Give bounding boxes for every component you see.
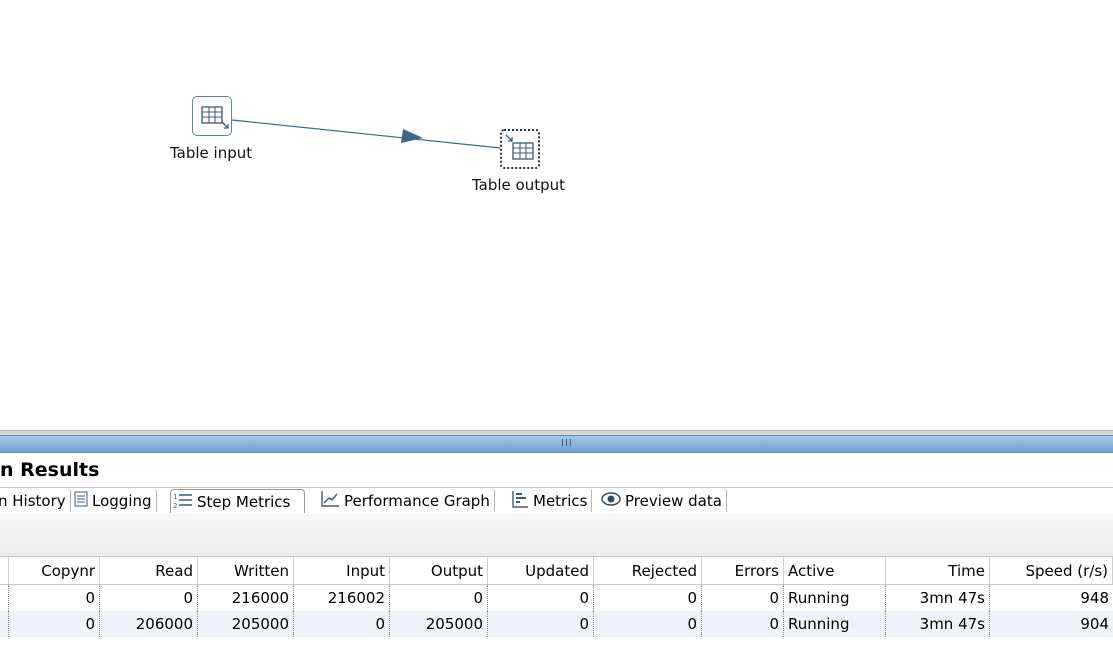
table-cell: Running bbox=[784, 585, 886, 611]
table-cell: 205000 bbox=[198, 611, 294, 637]
table-cell: 0 bbox=[390, 585, 488, 611]
hop-arrow[interactable] bbox=[0, 0, 1113, 430]
column-header[interactable]: Read bbox=[100, 557, 198, 584]
table-cell: 0 bbox=[294, 611, 390, 637]
table-cell: 0 bbox=[488, 611, 594, 637]
results-tab-bar: n History Logging 12 Step Metrics Perfor… bbox=[0, 487, 1113, 515]
column-header[interactable]: Errors bbox=[702, 557, 784, 584]
logging-icon bbox=[74, 491, 88, 511]
performance-graph-icon bbox=[320, 490, 340, 512]
table-output-icon[interactable] bbox=[500, 129, 540, 169]
step-metrics-icon: 12 bbox=[173, 491, 193, 513]
column-header[interactable]: Input bbox=[294, 557, 390, 584]
results-panel-title: n Results bbox=[0, 459, 100, 481]
tab-logging[interactable]: Logging bbox=[74, 490, 157, 512]
table-input-icon[interactable] bbox=[192, 96, 232, 136]
metrics-icon bbox=[511, 490, 529, 512]
table-header: Copynr Read Written Input Output Updated… bbox=[0, 557, 1113, 585]
column-header[interactable]: Rejected bbox=[594, 557, 702, 584]
table-cell: 0 bbox=[702, 611, 784, 637]
table-cell: 0 bbox=[594, 585, 702, 611]
table-cell: 216002 bbox=[294, 585, 390, 611]
table-row[interactable]: 0 206000 205000 0 205000 0 0 0 Running 3… bbox=[0, 611, 1113, 637]
tab-label: Step Metrics bbox=[197, 492, 291, 511]
tab-label: n History bbox=[0, 492, 66, 510]
table-cell: 0 bbox=[8, 585, 100, 611]
table-cell: 0 bbox=[8, 611, 100, 637]
tab-label: Preview data bbox=[625, 492, 722, 510]
table-cell: 216000 bbox=[198, 585, 294, 611]
sash-grip-icon[interactable]: III bbox=[561, 438, 573, 449]
table-cell: 904 bbox=[1080, 615, 1109, 633]
table-cell: 948 bbox=[1080, 589, 1109, 607]
table-cell: 3mn 47s bbox=[886, 611, 990, 637]
table-cell: 0 bbox=[702, 585, 784, 611]
tab-label: Logging bbox=[92, 492, 152, 510]
tab-performance-graph[interactable]: Performance Graph bbox=[320, 490, 495, 512]
table-cell: 0 bbox=[488, 585, 594, 611]
column-header[interactable]: Written bbox=[198, 557, 294, 584]
column-header[interactable]: Time bbox=[886, 557, 990, 584]
column-header[interactable]: Output bbox=[390, 557, 488, 584]
svg-text:2: 2 bbox=[173, 502, 177, 509]
column-header[interactable]: Updated bbox=[488, 557, 594, 584]
step-metrics-toolbar bbox=[0, 514, 1113, 557]
step-label: Table input bbox=[170, 144, 253, 162]
table-cell: 205000 bbox=[390, 611, 488, 637]
tab-label: Performance Graph bbox=[344, 492, 490, 510]
step-metrics-table: Copynr Read Written Input Output Updated… bbox=[0, 557, 1113, 637]
table-cell: 206000 bbox=[100, 611, 198, 637]
preview-data-icon bbox=[601, 492, 621, 510]
tab-step-metrics[interactable]: 12 Step Metrics bbox=[170, 489, 306, 513]
tab-execution-history[interactable]: n History bbox=[0, 490, 71, 512]
table-cell: 3mn 47s bbox=[886, 585, 990, 611]
transformation-canvas[interactable]: Table input Table output bbox=[0, 0, 1113, 430]
tab-metrics[interactable]: Metrics bbox=[511, 490, 593, 512]
table-cell: 0 bbox=[594, 611, 702, 637]
column-header[interactable]: Speed (r/s) bbox=[990, 557, 1113, 584]
step-label: Table output bbox=[472, 176, 566, 194]
table-cell: 0 bbox=[100, 585, 198, 611]
column-header[interactable]: Active bbox=[784, 557, 886, 584]
tab-label: Metrics bbox=[533, 492, 588, 510]
table-row[interactable]: 0 0 216000 216002 0 0 0 0 Running 3mn 47… bbox=[0, 585, 1113, 611]
table-cell: Running bbox=[784, 611, 886, 637]
svg-text:1: 1 bbox=[173, 493, 177, 501]
column-header[interactable]: Copynr bbox=[8, 557, 100, 584]
results-sash[interactable]: III bbox=[0, 435, 1113, 453]
tab-preview-data[interactable]: Preview data bbox=[601, 490, 727, 512]
